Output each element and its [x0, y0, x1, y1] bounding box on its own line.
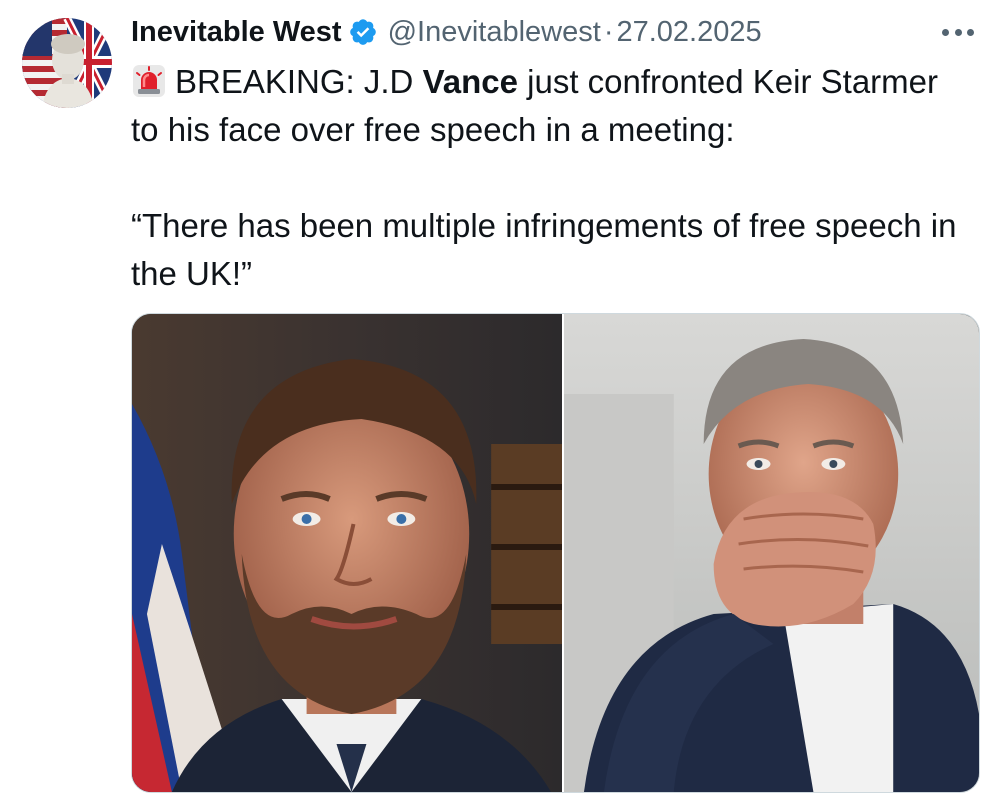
tweet-paragraph-1: BREAKING: J.D Vance just confronted Keir…: [131, 58, 971, 154]
tweet-text-bold-name: Vance: [422, 63, 518, 100]
more-dot-1: [942, 28, 949, 36]
tweet-media[interactable]: [131, 313, 980, 793]
tweet-text: BREAKING: J.D Vance just confronted Keir…: [131, 58, 971, 298]
author-handle[interactable]: @Inevitablewest: [388, 16, 601, 49]
more-dot-2: [954, 28, 962, 36]
siren-emoji-icon: [131, 63, 167, 99]
author-display-name[interactable]: Inevitable West: [131, 16, 342, 49]
tweet-header: Inevitable West @Inevitablewest · 27.02.…: [131, 12, 762, 52]
portrait-photo-icon: [563, 314, 979, 792]
more-dot-3: [967, 28, 974, 36]
statue-flags-avatar-icon: [22, 18, 112, 108]
tweet-text-prefix: BREAKING: J.D: [175, 63, 423, 100]
more-options-icon[interactable]: [942, 22, 974, 42]
portrait-photo-icon: [132, 314, 562, 792]
photo-jd-vance[interactable]: [132, 314, 562, 792]
tweet-quote: “There has been multiple infringements o…: [131, 207, 957, 292]
verified-badge-icon: [348, 17, 378, 47]
photo-keir-starmer[interactable]: [561, 314, 979, 792]
separator-dot: ·: [603, 15, 614, 48]
author-avatar[interactable]: [22, 18, 112, 108]
tweet-date[interactable]: 27.02.2025: [616, 16, 761, 49]
